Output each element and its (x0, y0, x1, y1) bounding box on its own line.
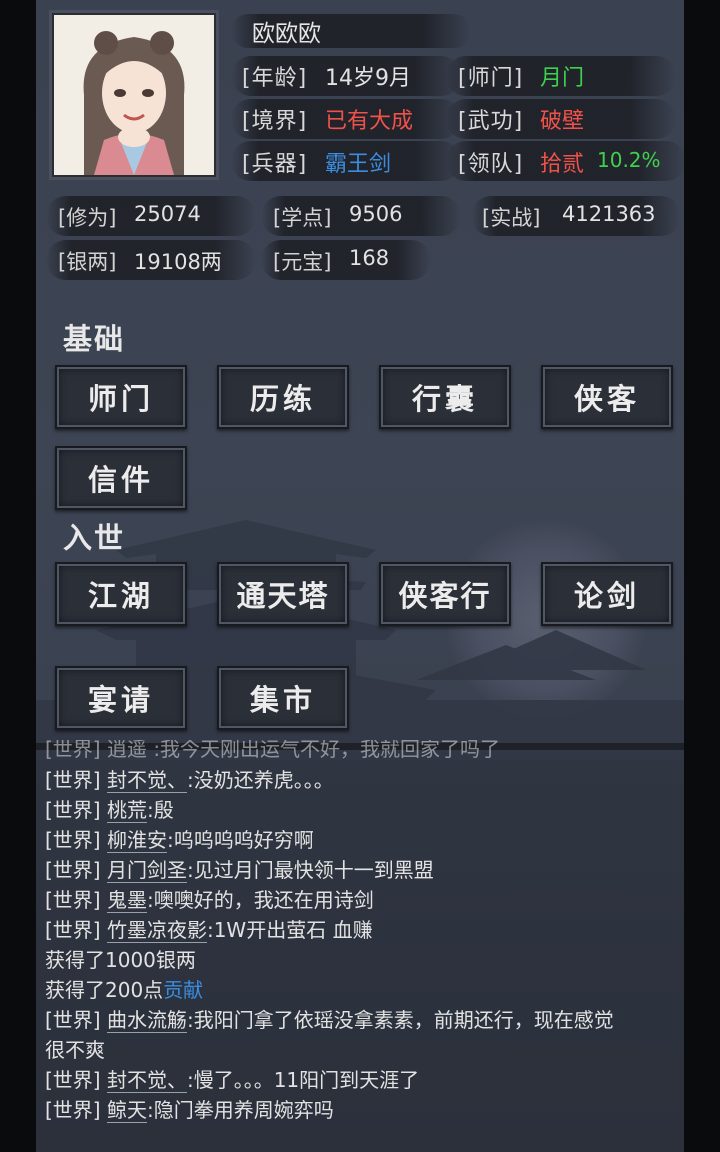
section-basic-title: 基础 (63, 322, 126, 356)
silver-label: [银两] (58, 250, 117, 274)
silver-value: 19108两 (134, 250, 222, 274)
contribution-link[interactable]: 贡献 (163, 978, 203, 1002)
chat-line: [世界] 封不觉、:慢了。。。11阳门到天涯了 (45, 1065, 419, 1095)
chat-line: [世界] 柳淮安:呜呜呜呜好穷啊 (45, 825, 314, 855)
martial-value[interactable]: 破壁 (540, 103, 584, 135)
chat-message: :1W开出萤石 血赚 (206, 918, 373, 942)
hero-button[interactable]: 侠客 (541, 365, 673, 429)
channel-tag: [世界] (45, 918, 101, 942)
chat-username[interactable]: 封不觉、 (106, 1068, 187, 1093)
system-message-contribution: 获得了200点贡献 (45, 975, 203, 1005)
training-button[interactable]: 历练 (217, 365, 349, 429)
chat-line: [世界] 月门剑圣:见过月门最快领十一到黑盟 (45, 855, 434, 885)
hero-journey-button[interactable]: 侠客行 (379, 562, 511, 626)
chat-message: :没奶还养虎。。。 (186, 768, 334, 792)
inventory-button[interactable]: 行囊 (379, 365, 511, 429)
chat-line: [世界] 曲水流觞:我阳门拿了依瑶没拿素素，前期还行，现在感觉 (45, 1005, 614, 1035)
sect-button[interactable]: 师门 (55, 365, 187, 429)
mail-button[interactable]: 信件 (55, 446, 187, 510)
duel-button[interactable]: 论剑 (541, 562, 673, 626)
character-name: 欧欧欧 (252, 21, 321, 47)
martial-label: [武功] (458, 109, 524, 134)
jianghu-button[interactable]: 江湖 (55, 562, 187, 626)
chat-log[interactable]: [世界] 逍遥 :我今天刚出运气不好，我就回家了吗了 [世界] 封不觉、:没奶还… (45, 740, 685, 1140)
chat-username[interactable]: 月门剑圣 (106, 858, 187, 883)
character-avatar[interactable] (52, 13, 216, 177)
channel-tag: [世界] (45, 888, 101, 912)
chat-line: [世界] 鬼墨:噢噢好的，我还在用诗剑 (45, 885, 374, 915)
team-label: [领队] (458, 152, 524, 177)
contribution-text: 获得了200点 (45, 978, 164, 1002)
channel-tag: [世界] (45, 1068, 101, 1092)
channel-tag: [世界] (45, 858, 101, 882)
section-world-title: 入世 (63, 521, 126, 555)
ingot-label: [元宝] (273, 250, 332, 274)
chat-message: :我阳门拿了依瑶没拿素素，前期还行，现在感觉 (186, 1008, 614, 1032)
portrait-image (54, 15, 214, 175)
realm-value: 已有大成 (325, 109, 414, 134)
system-message-silver: 获得了1000银两 (45, 948, 196, 972)
chat-username[interactable]: 鲸天 (106, 1098, 147, 1123)
chat-message: :殷 (146, 798, 174, 822)
sect-label: [师门] (458, 66, 524, 91)
study-label: [学点] (273, 206, 332, 230)
market-button[interactable]: 集市 (217, 666, 349, 730)
weapon-value[interactable]: 霸王剑 (325, 146, 391, 178)
combat-label: [实战] (482, 206, 541, 230)
channel-tag: [世界] (45, 828, 101, 852)
chat-line: [世界] 封不觉、:没奶还养虎。。。 (45, 765, 334, 795)
realm-label: [境界] (242, 109, 308, 134)
cultivation-value: 25074 (134, 202, 201, 226)
chat-line: [世界] 桃荒:殷 (45, 795, 174, 825)
chat-line: [世界] 竹墨凉夜影:1W开出萤石 血赚 (45, 915, 373, 945)
team-value[interactable]: 拾贰 (540, 146, 584, 178)
chat-username[interactable]: 竹墨凉夜影 (106, 918, 207, 943)
chat-username[interactable]: 曲水流觞 (106, 1008, 187, 1033)
age-value: 14岁9月 (325, 66, 411, 91)
age-label: [年龄] (242, 66, 308, 91)
chat-line: [世界] 鲸天:隐门拳用养周婉弈吗 (45, 1095, 334, 1125)
ingot-value: 168 (349, 246, 390, 270)
tower-button[interactable]: 通天塔 (217, 562, 349, 626)
chat-username[interactable]: 封不觉、 (106, 768, 187, 793)
channel-tag: [世界] (45, 768, 101, 792)
chat-message: :慢了。。。11阳门到天涯了 (186, 1068, 420, 1092)
chat-message: :隐门拳用养周婉弈吗 (146, 1098, 334, 1122)
channel-tag: [世界] (45, 1008, 101, 1032)
combat-value: 4121363 (562, 202, 656, 226)
cultivation-label: [修为] (58, 206, 117, 230)
chat-line-partial: [世界] 逍遥 :我今天刚出运气不好，我就回家了吗了 (45, 740, 501, 761)
channel-tag: [世界] (45, 1098, 101, 1122)
team-percent: 10.2% (597, 148, 661, 172)
chat-username[interactable]: 鬼墨 (106, 888, 147, 913)
chat-message-continued: 很不爽 (45, 1038, 105, 1062)
chat-message: :呜呜呜呜好穷啊 (166, 828, 314, 852)
weapon-label: [兵器] (242, 152, 308, 177)
chat-message: :见过月门最快领十一到黑盟 (186, 858, 434, 882)
chat-username[interactable]: 柳淮安 (106, 828, 167, 853)
banquet-button[interactable]: 宴请 (55, 666, 187, 730)
sect-value: 月门 (540, 66, 585, 91)
study-value: 9506 (349, 202, 403, 226)
channel-tag: [世界] (45, 798, 101, 822)
chat-username[interactable]: 桃荒 (106, 798, 147, 823)
chat-message: :噢噢好的，我还在用诗剑 (146, 888, 374, 912)
